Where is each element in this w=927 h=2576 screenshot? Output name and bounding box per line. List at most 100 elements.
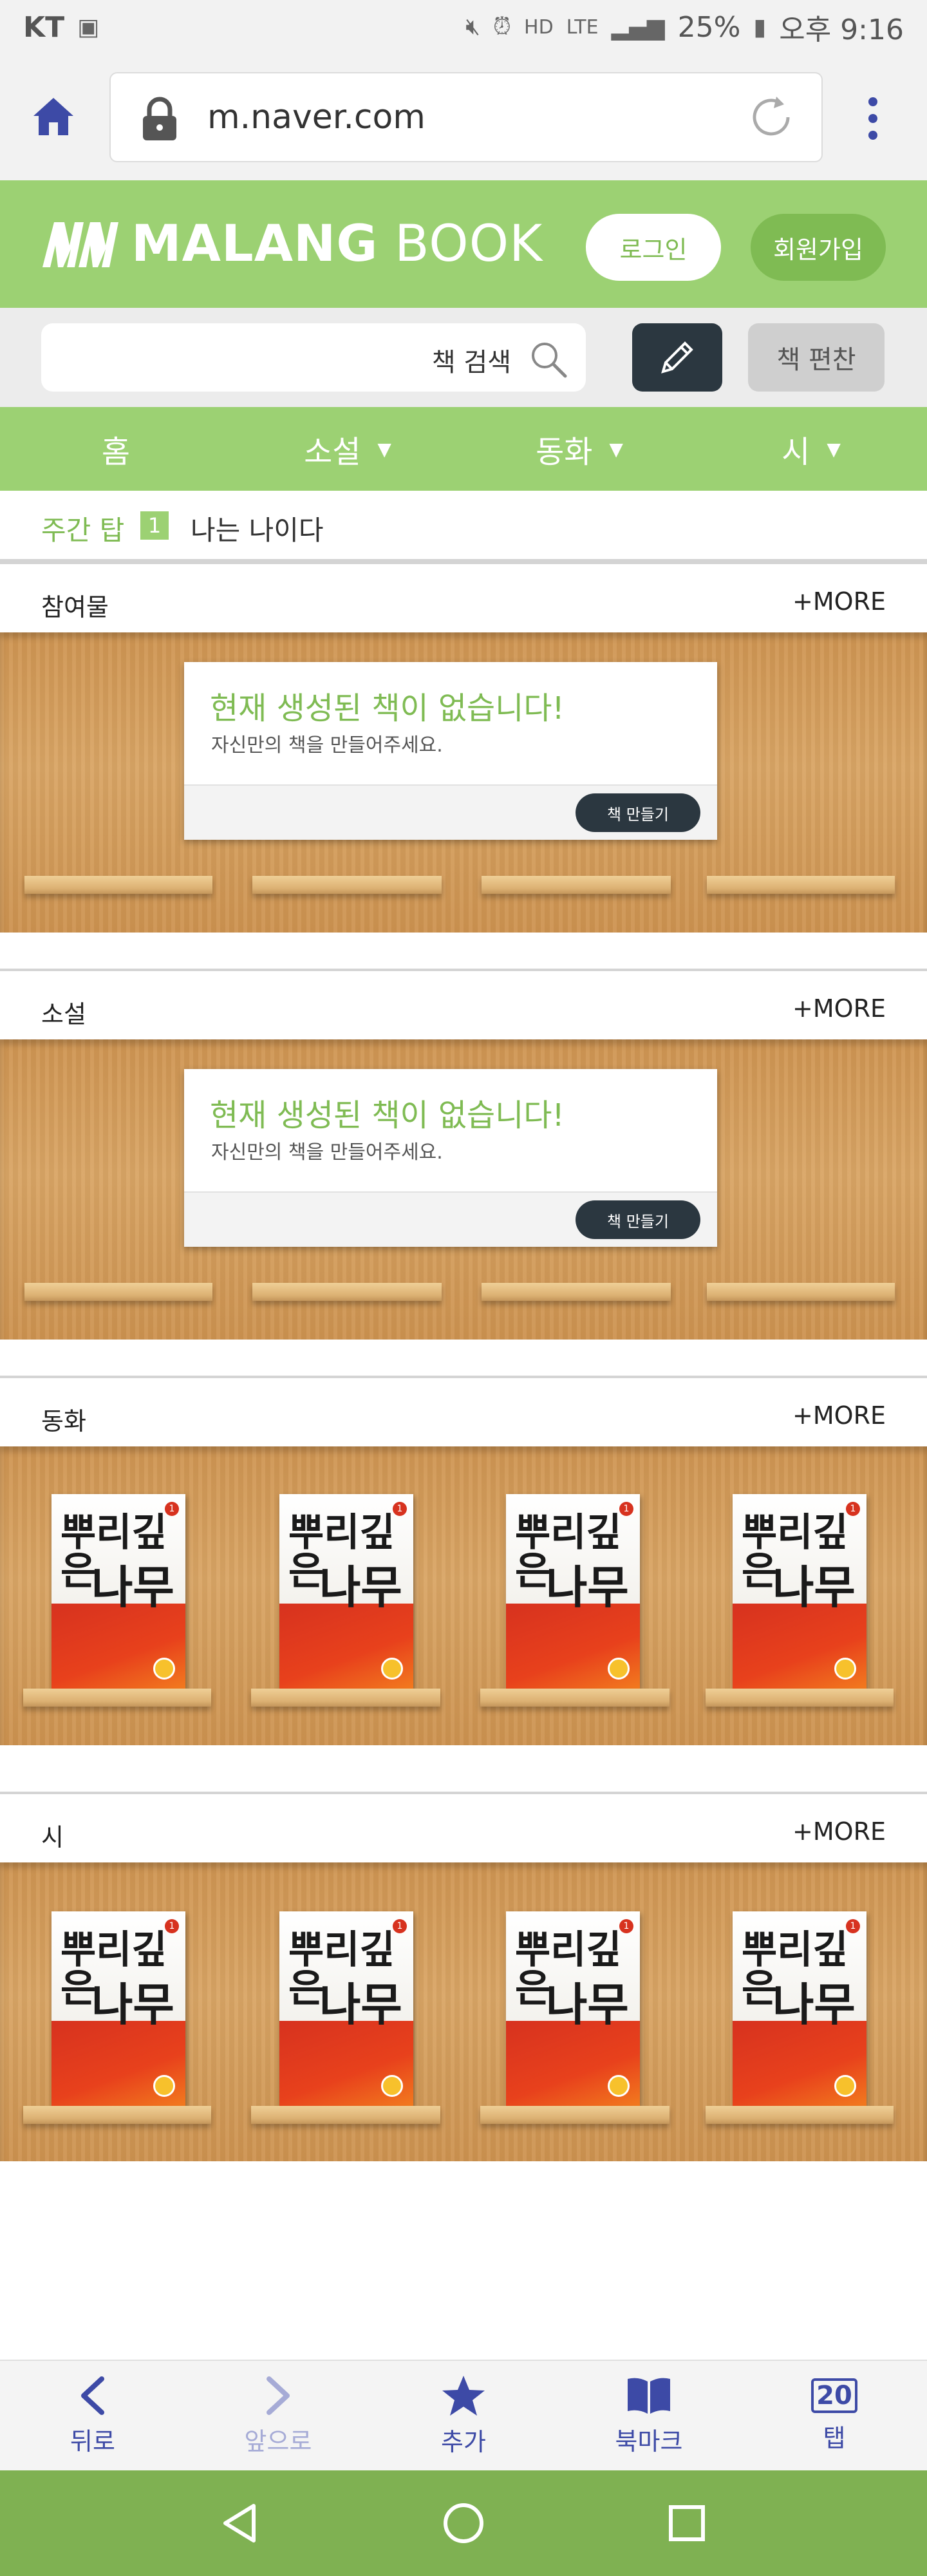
award-seal-icon	[608, 1658, 630, 1680]
award-seal-icon	[381, 2075, 403, 2097]
tabs-label: 탭	[823, 2423, 846, 2452]
logo-text-bold: MALANG	[131, 215, 379, 273]
book-title: 나무	[319, 1560, 402, 1614]
shelf-plank	[251, 2106, 440, 2124]
volume-badge: 1	[393, 1502, 407, 1516]
site-header: MALANG BOOK 로그인 회원가입	[0, 180, 927, 308]
shelf-plank	[482, 1283, 671, 1301]
empty-state-title: 현재 생성된 책이 없습니다!	[210, 690, 565, 726]
section-header-participation: 참여물 +MORE	[0, 562, 927, 632]
more-menu-icon[interactable]	[866, 95, 879, 142]
logo[interactable]: MALANG BOOK	[41, 215, 543, 273]
shelf-plank	[251, 1689, 440, 1707]
bookshelf: 현재 생성된 책이 없습니다! 자신만의 책을 만들어주세요. 책 만들기	[0, 632, 927, 933]
recents-square-icon[interactable]	[664, 2501, 709, 2546]
shelf-plank	[252, 876, 442, 894]
shelf-plank	[480, 2106, 670, 2124]
book-title: 나무	[546, 1560, 629, 1614]
empty-state-footer: 책 만들기	[184, 784, 717, 840]
book-title: 나무	[91, 1560, 174, 1614]
section-title: 소설	[41, 1000, 86, 1028]
book-title: 나무	[546, 1978, 629, 2031]
battery-percent: 25%	[677, 10, 741, 44]
volume-badge: 1	[619, 1502, 633, 1516]
star-icon	[442, 2375, 485, 2416]
bookshelf: 현재 생성된 책이 없습니다! 자신만의 책을 만들어주세요. 책 만들기	[0, 1039, 927, 1340]
section-title: 시	[41, 1823, 64, 1852]
logo-mark-icon	[42, 222, 118, 267]
nav-item-fairytale[interactable]: 동화 ▼	[464, 407, 695, 491]
back-label: 뒤로	[70, 2427, 115, 2456]
award-seal-icon	[608, 2075, 630, 2097]
book-cover[interactable]: 뿌리깊은 나무 1	[733, 1494, 866, 1689]
book-cover[interactable]: 뿌리깊은 나무 1	[733, 1911, 866, 2106]
back-triangle-icon[interactable]	[218, 2501, 263, 2546]
write-book-button[interactable]	[632, 323, 722, 392]
chevron-left-icon	[81, 2376, 104, 2415]
book-cover[interactable]: 뿌리깊은 나무 1	[279, 1911, 413, 2106]
compile-book-button[interactable]: 책 편찬	[748, 323, 885, 392]
book-cover[interactable]: 뿌리깊은 나무 1	[506, 1494, 640, 1689]
section-header-fairytale: 동화 +MORE	[0, 1376, 927, 1446]
bookshelf: 뿌리깊은 나무 1 뿌리깊은 나무 1 뿌리깊은 나무 1 뿌리깊은 나무 1	[0, 1862, 927, 2161]
nav-item-poem[interactable]: 시 ▼	[695, 407, 927, 491]
nav-item-label: 동화	[536, 434, 593, 470]
add-bookmark-button[interactable]: 추가	[371, 2361, 556, 2470]
shelf-plank	[252, 1283, 442, 1301]
empty-state-card: 현재 생성된 책이 없습니다! 자신만의 책을 만들어주세요. 책 만들기	[184, 662, 717, 840]
nav-item-novel[interactable]: 소설 ▼	[232, 407, 464, 491]
book-cover[interactable]: 뿌리깊은 나무 1	[279, 1494, 413, 1689]
search-row: 책 검색 책 편찬	[0, 308, 927, 407]
back-button[interactable]: 뒤로	[0, 2361, 185, 2470]
section-header-novel: 소설 +MORE	[0, 969, 927, 1039]
make-book-button[interactable]: 책 만들기	[576, 793, 700, 832]
forward-button[interactable]: 앞으로	[185, 2361, 371, 2470]
book-title: 나무	[91, 1978, 174, 2031]
weekly-top-title[interactable]: 나는 나이다	[191, 509, 324, 548]
more-link[interactable]: +MORE	[792, 994, 886, 1023]
make-book-button[interactable]: 책 만들기	[576, 1200, 700, 1239]
address-bar[interactable]: m.naver.com	[109, 72, 823, 162]
weekly-top-bar: 주간 탑 1 나는 나이다	[0, 491, 927, 562]
volume-badge: 1	[619, 1919, 633, 1933]
shelf-plank	[706, 2106, 894, 2124]
home-icon[interactable]	[31, 94, 76, 139]
nav-item-home[interactable]: 홈	[0, 407, 232, 491]
nav-item-label: 홈	[101, 434, 131, 470]
home-circle-icon[interactable]	[441, 2501, 486, 2546]
volume-badge: 1	[165, 1919, 179, 1933]
bookmarks-button[interactable]: 북마크	[556, 2361, 742, 2470]
login-button[interactable]: 로그인	[586, 214, 721, 281]
search-icon[interactable]	[528, 339, 569, 380]
lock-icon	[143, 97, 176, 140]
empty-state-card: 현재 생성된 책이 없습니다! 자신만의 책을 만들어주세요. 책 만들기	[184, 1069, 717, 1247]
shelf-plank	[482, 876, 671, 894]
battery-icon: ▮	[753, 14, 767, 41]
android-navigation-bar	[0, 2470, 927, 2576]
image-notification-icon: ▣	[77, 14, 100, 41]
more-link[interactable]: +MORE	[792, 587, 886, 616]
tabs-button[interactable]: 20 탭	[742, 2361, 927, 2470]
caret-down-icon: ▼	[609, 438, 623, 460]
nav-item-label: 시	[782, 434, 810, 470]
logo-text-light: BOOK	[395, 215, 543, 273]
shelf-plank	[480, 1689, 670, 1707]
more-link[interactable]: +MORE	[792, 1817, 886, 1846]
forward-label: 앞으로	[244, 2427, 312, 2456]
book-cover[interactable]: 뿌리깊은 나무 1	[52, 1494, 185, 1689]
reload-icon[interactable]	[747, 93, 796, 142]
signup-button[interactable]: 회원가입	[751, 214, 886, 281]
more-link[interactable]: +MORE	[792, 1401, 886, 1430]
volume-badge: 1	[393, 1919, 407, 1933]
chevron-right-icon	[267, 2376, 290, 2415]
shelf-plank	[23, 1689, 211, 1707]
book-title: 나무	[772, 1978, 856, 2031]
book-cover[interactable]: 뿌리깊은 나무 1	[506, 1911, 640, 2106]
caret-down-icon: ▼	[377, 438, 391, 460]
book-cover[interactable]: 뿌리깊은 나무 1	[52, 1911, 185, 2106]
shelf-plank	[24, 1283, 212, 1301]
volume-badge: 1	[846, 1502, 860, 1516]
shelf-plank	[23, 2106, 211, 2124]
book-title: 나무	[319, 1978, 402, 2031]
search-input[interactable]: 책 검색	[41, 323, 586, 392]
